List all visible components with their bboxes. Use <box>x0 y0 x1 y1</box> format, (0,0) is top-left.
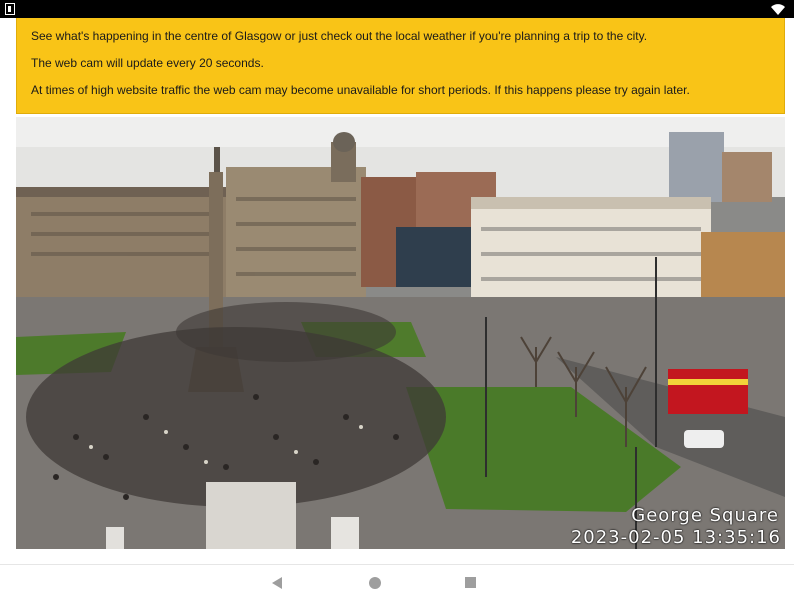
home-circle-icon[interactable] <box>369 577 381 589</box>
webcam-location-label: George Square <box>631 505 779 526</box>
info-text-update-interval: The web cam will update every 20 seconds… <box>31 56 264 70</box>
recents-square-icon[interactable] <box>465 577 476 588</box>
status-bar <box>0 0 794 18</box>
notification-icon <box>5 3 15 15</box>
info-text-intro: See what's happening in the centre of Gl… <box>31 29 648 43</box>
webcam-info-box: See what's happening in the centre of Gl… <box>16 18 785 114</box>
navigation-bar <box>0 564 794 601</box>
info-text-availability: At times of high website traffic the web… <box>31 83 690 97</box>
wifi-icon <box>771 4 785 15</box>
webcam-scene <box>16 117 785 549</box>
webcam-image: George Square 2023-02-05 13:35:16 <box>16 117 785 549</box>
webcam-timestamp: 2023-02-05 13:35:16 <box>570 527 781 548</box>
back-triangle-icon[interactable] <box>272 577 282 589</box>
